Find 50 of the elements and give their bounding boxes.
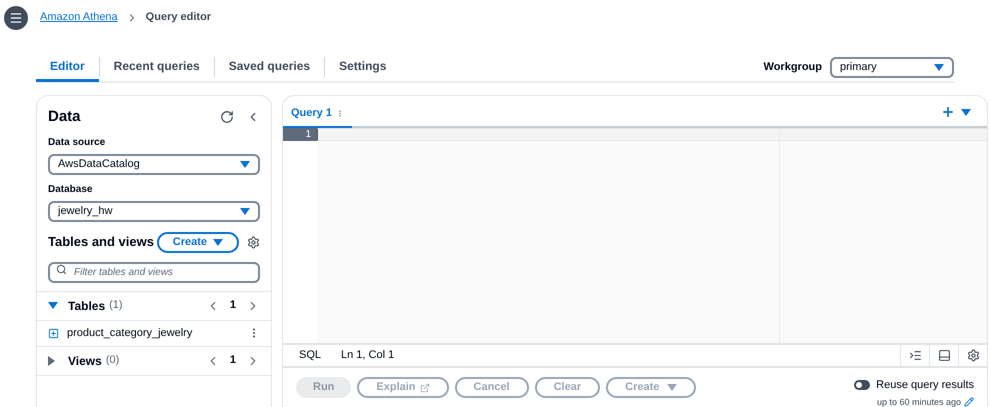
page-number[interactable]: 1 (226, 352, 240, 369)
section-title: Tables and views (48, 233, 154, 252)
section-count: (1) (109, 298, 123, 314)
menu-icon (9, 10, 23, 24)
caret-icon (213, 238, 223, 246)
caret-icon (240, 208, 250, 214)
settings-icon[interactable] (247, 236, 260, 248)
table-name[interactable]: product_category_jewelry (67, 324, 192, 342)
caret-icon (934, 64, 944, 71)
caret-icon (240, 160, 250, 168)
menu-button[interactable] (4, 6, 28, 30)
cursor-position: Ln 1, Col 1 (341, 348, 394, 364)
tab[interactable]: Saved queries (214, 53, 324, 82)
expand-table-icon[interactable] (48, 328, 59, 338)
page-number[interactable]: 1 (226, 297, 240, 314)
query-tab-label: Query 1 (291, 106, 332, 121)
workgroup-label: Workgroup (764, 60, 822, 76)
search-icon (56, 264, 67, 274)
settings-icon[interactable] (966, 349, 980, 362)
external-link-icon (420, 382, 430, 392)
breadcrumb-link[interactable]: Amazon Athena (40, 9, 118, 26)
tab[interactable]: Settings (325, 53, 400, 82)
panel-icon[interactable] (938, 349, 950, 362)
edit-icon[interactable] (964, 397, 974, 407)
database-select[interactable]: jewelry_hw (48, 200, 260, 222)
line-number: 1 (283, 128, 317, 141)
section-count: (0) (106, 353, 120, 368)
expanded-caret-icon (48, 302, 58, 309)
field-label: Database (48, 182, 94, 196)
reuse-detail: up to 60 minutes ago (876, 396, 961, 407)
language-label: SQL (299, 348, 322, 364)
indent-icon[interactable] (908, 349, 922, 362)
caret-icon (667, 384, 678, 391)
workgroup-select[interactable]: primary (830, 57, 954, 78)
reuse-toggle[interactable] (854, 380, 870, 390)
breadcrumb-current: Query editor (146, 10, 212, 26)
collapsed-caret-icon[interactable] (48, 356, 55, 366)
tab[interactable]: Recent queries (100, 53, 214, 82)
refresh-icon[interactable] (220, 110, 234, 124)
add-query-icon[interactable] (941, 105, 955, 119)
section-name[interactable]: Tables (68, 296, 106, 314)
create-button[interactable]: Create (156, 232, 239, 252)
section-name[interactable]: Views (68, 352, 102, 370)
panel-title: Data (48, 107, 81, 127)
filter-field[interactable]: Filter tables and views (48, 262, 260, 282)
more-queries-caret-icon (961, 108, 971, 116)
reuse-label: Reuse query results (876, 378, 974, 393)
tab[interactable]: Editor (36, 53, 99, 82)
field-label: Data source (48, 136, 106, 150)
data-source-select[interactable]: AwsDataCatalog (48, 154, 260, 174)
